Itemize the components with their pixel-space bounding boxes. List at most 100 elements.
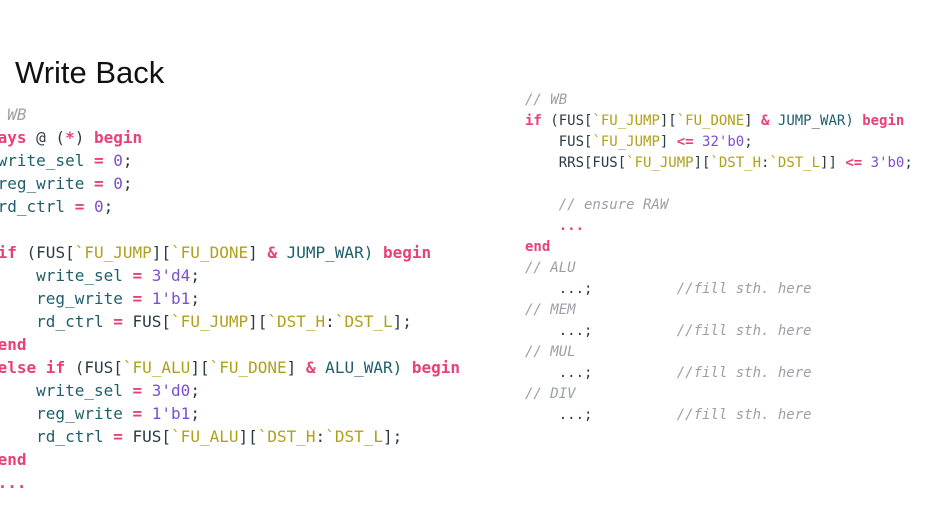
operator-token: =: [132, 404, 143, 423]
punctuation-token: ;: [190, 289, 200, 308]
punctuation-token: ]: [286, 358, 306, 377]
code-line: ...; //fill sth. here: [525, 405, 913, 426]
keyword-token: begin: [411, 358, 461, 377]
punctuation-token: ;: [190, 404, 200, 423]
operator-token: ...: [525, 218, 585, 234]
macro-token: `DST_H: [710, 155, 762, 171]
code-line: ...: [525, 216, 913, 237]
keyword-token: begin: [93, 128, 143, 147]
code-line: if (FUS[`FU_JUMP][`FU_DONE] & JUMP_WAR) …: [0, 241, 460, 264]
punctuation-token: ;: [122, 174, 133, 193]
punctuation-token: [862, 155, 870, 171]
identifier-token: write_sel: [0, 151, 85, 170]
punctuation-token: [525, 197, 559, 213]
keyword-token: begin: [862, 113, 905, 129]
punctuation-token: :: [315, 427, 326, 446]
code-block-left: / WB ways @ (*) begin write_sel = 0; reg_…: [0, 103, 460, 517]
comment-token: //fill sth. here: [676, 323, 812, 339]
identifier-token: rd_ctrl: [0, 197, 66, 216]
code-line: / WB: [0, 103, 460, 126]
code-line: ...; //fill sth. here: [525, 321, 913, 342]
identifier-token: rd_ctrl: [0, 427, 114, 446]
punctuation-token: ;: [904, 155, 913, 171]
code-line: end: [0, 333, 460, 356]
macro-token: `FU_JUMP: [592, 113, 660, 129]
punctuation-token: @ (: [26, 128, 66, 147]
operator-token: *: [65, 128, 75, 147]
macro-token: `FU_JUMP: [74, 243, 152, 262]
comment-token: // MUL: [525, 344, 576, 360]
macro-token: `DST_L: [325, 427, 383, 446]
code-line: else if (FUS[`FU_ALU][`FU_DONE] & ALU_WA…: [0, 356, 460, 379]
punctuation-token: ...;: [525, 365, 677, 381]
punctuation-token: [104, 151, 114, 170]
operator-token: &: [267, 243, 277, 262]
identifier-token: write_sel: [0, 381, 133, 400]
macro-token: `DST_L: [334, 312, 393, 331]
punctuation-token: ][: [659, 113, 677, 129]
code-line: d: [0, 494, 460, 517]
punctuation-token: [142, 266, 152, 285]
operator-token: <=: [676, 134, 694, 150]
punctuation-token: [142, 381, 152, 400]
keyword-token: if: [0, 243, 17, 262]
code-line: write_sel = 3'd0;: [0, 379, 460, 402]
keyword-token: else if: [0, 358, 66, 377]
punctuation-token: ...;: [525, 281, 677, 297]
comment-token: // ALU: [525, 260, 576, 276]
code-line: write_sel = 0;: [0, 149, 460, 172]
keyword-token: if: [525, 113, 542, 129]
punctuation-token: ;: [744, 134, 753, 150]
code-line: write_sel = 3'd4;: [0, 264, 460, 287]
macro-token: `FU_JUMP: [592, 134, 660, 150]
code-line: if (FUS[`FU_JUMP][`FU_DONE] & JUMP_WAR) …: [525, 111, 913, 132]
number-token: 3'b0: [870, 155, 905, 171]
punctuation-token: (FUS[: [65, 358, 123, 377]
macro-token: `FU_ALU: [122, 358, 191, 377]
punctuation-token: ]: [248, 243, 268, 262]
code-line: rd_ctrl = 0;: [0, 195, 460, 218]
operator-token: =: [113, 427, 123, 446]
keyword-token: ways: [0, 128, 27, 147]
punctuation-token: FUS[: [122, 427, 172, 446]
code-line: ​: [525, 174, 913, 195]
punctuation-token: ]]: [820, 155, 846, 171]
code-line: FUS[`FU_JUMP] <= 32'b0;: [525, 132, 913, 153]
punctuation-token: [142, 404, 152, 423]
punctuation-token: FUS[: [525, 134, 593, 150]
code-line: // ensure RAW: [525, 195, 913, 216]
operator-token: &: [305, 358, 316, 377]
operator-token: =: [74, 197, 85, 216]
operator-token: =: [132, 289, 143, 308]
number-token: 1'b1: [151, 404, 191, 423]
punctuation-token: ];: [392, 312, 412, 331]
comment-token: // ensure RAW: [558, 197, 669, 213]
keyword-token: end: [525, 239, 551, 255]
operator-token: =: [93, 174, 104, 193]
identifier-token: ALU_WAR): [315, 358, 412, 377]
keyword-token: end: [0, 335, 27, 354]
code-line: ​: [0, 218, 460, 241]
code-line: ...; //fill sth. here: [525, 279, 913, 300]
code-line: RRS[FUS[`FU_JUMP][`DST_H:`DST_L]] <= 3'b…: [525, 153, 913, 174]
comment-token: // WB: [525, 92, 568, 108]
code-line: // MEM: [525, 300, 913, 321]
punctuation-token: ...;: [525, 407, 677, 423]
punctuation-token: [84, 197, 94, 216]
punctuation-token: ];: [382, 427, 403, 446]
operator-token: <=: [845, 155, 863, 171]
number-token: 0: [93, 197, 104, 216]
identifier-token: JUMP_WAR): [769, 113, 863, 129]
operator-token: =: [113, 312, 123, 331]
macro-token: `FU_ALU: [171, 427, 239, 446]
punctuation-token: ...;: [525, 323, 677, 339]
punctuation-token: [142, 289, 152, 308]
operator-token: ...: [0, 473, 27, 492]
keyword-token: begin: [382, 243, 432, 262]
comment-token: //fill sth. here: [676, 407, 812, 423]
punctuation-token: ][: [190, 358, 210, 377]
punctuation-token: ]: [744, 113, 762, 129]
identifier-token: write_sel: [0, 266, 133, 285]
punctuation-token: ): [74, 128, 94, 147]
punctuation-token: [694, 134, 702, 150]
